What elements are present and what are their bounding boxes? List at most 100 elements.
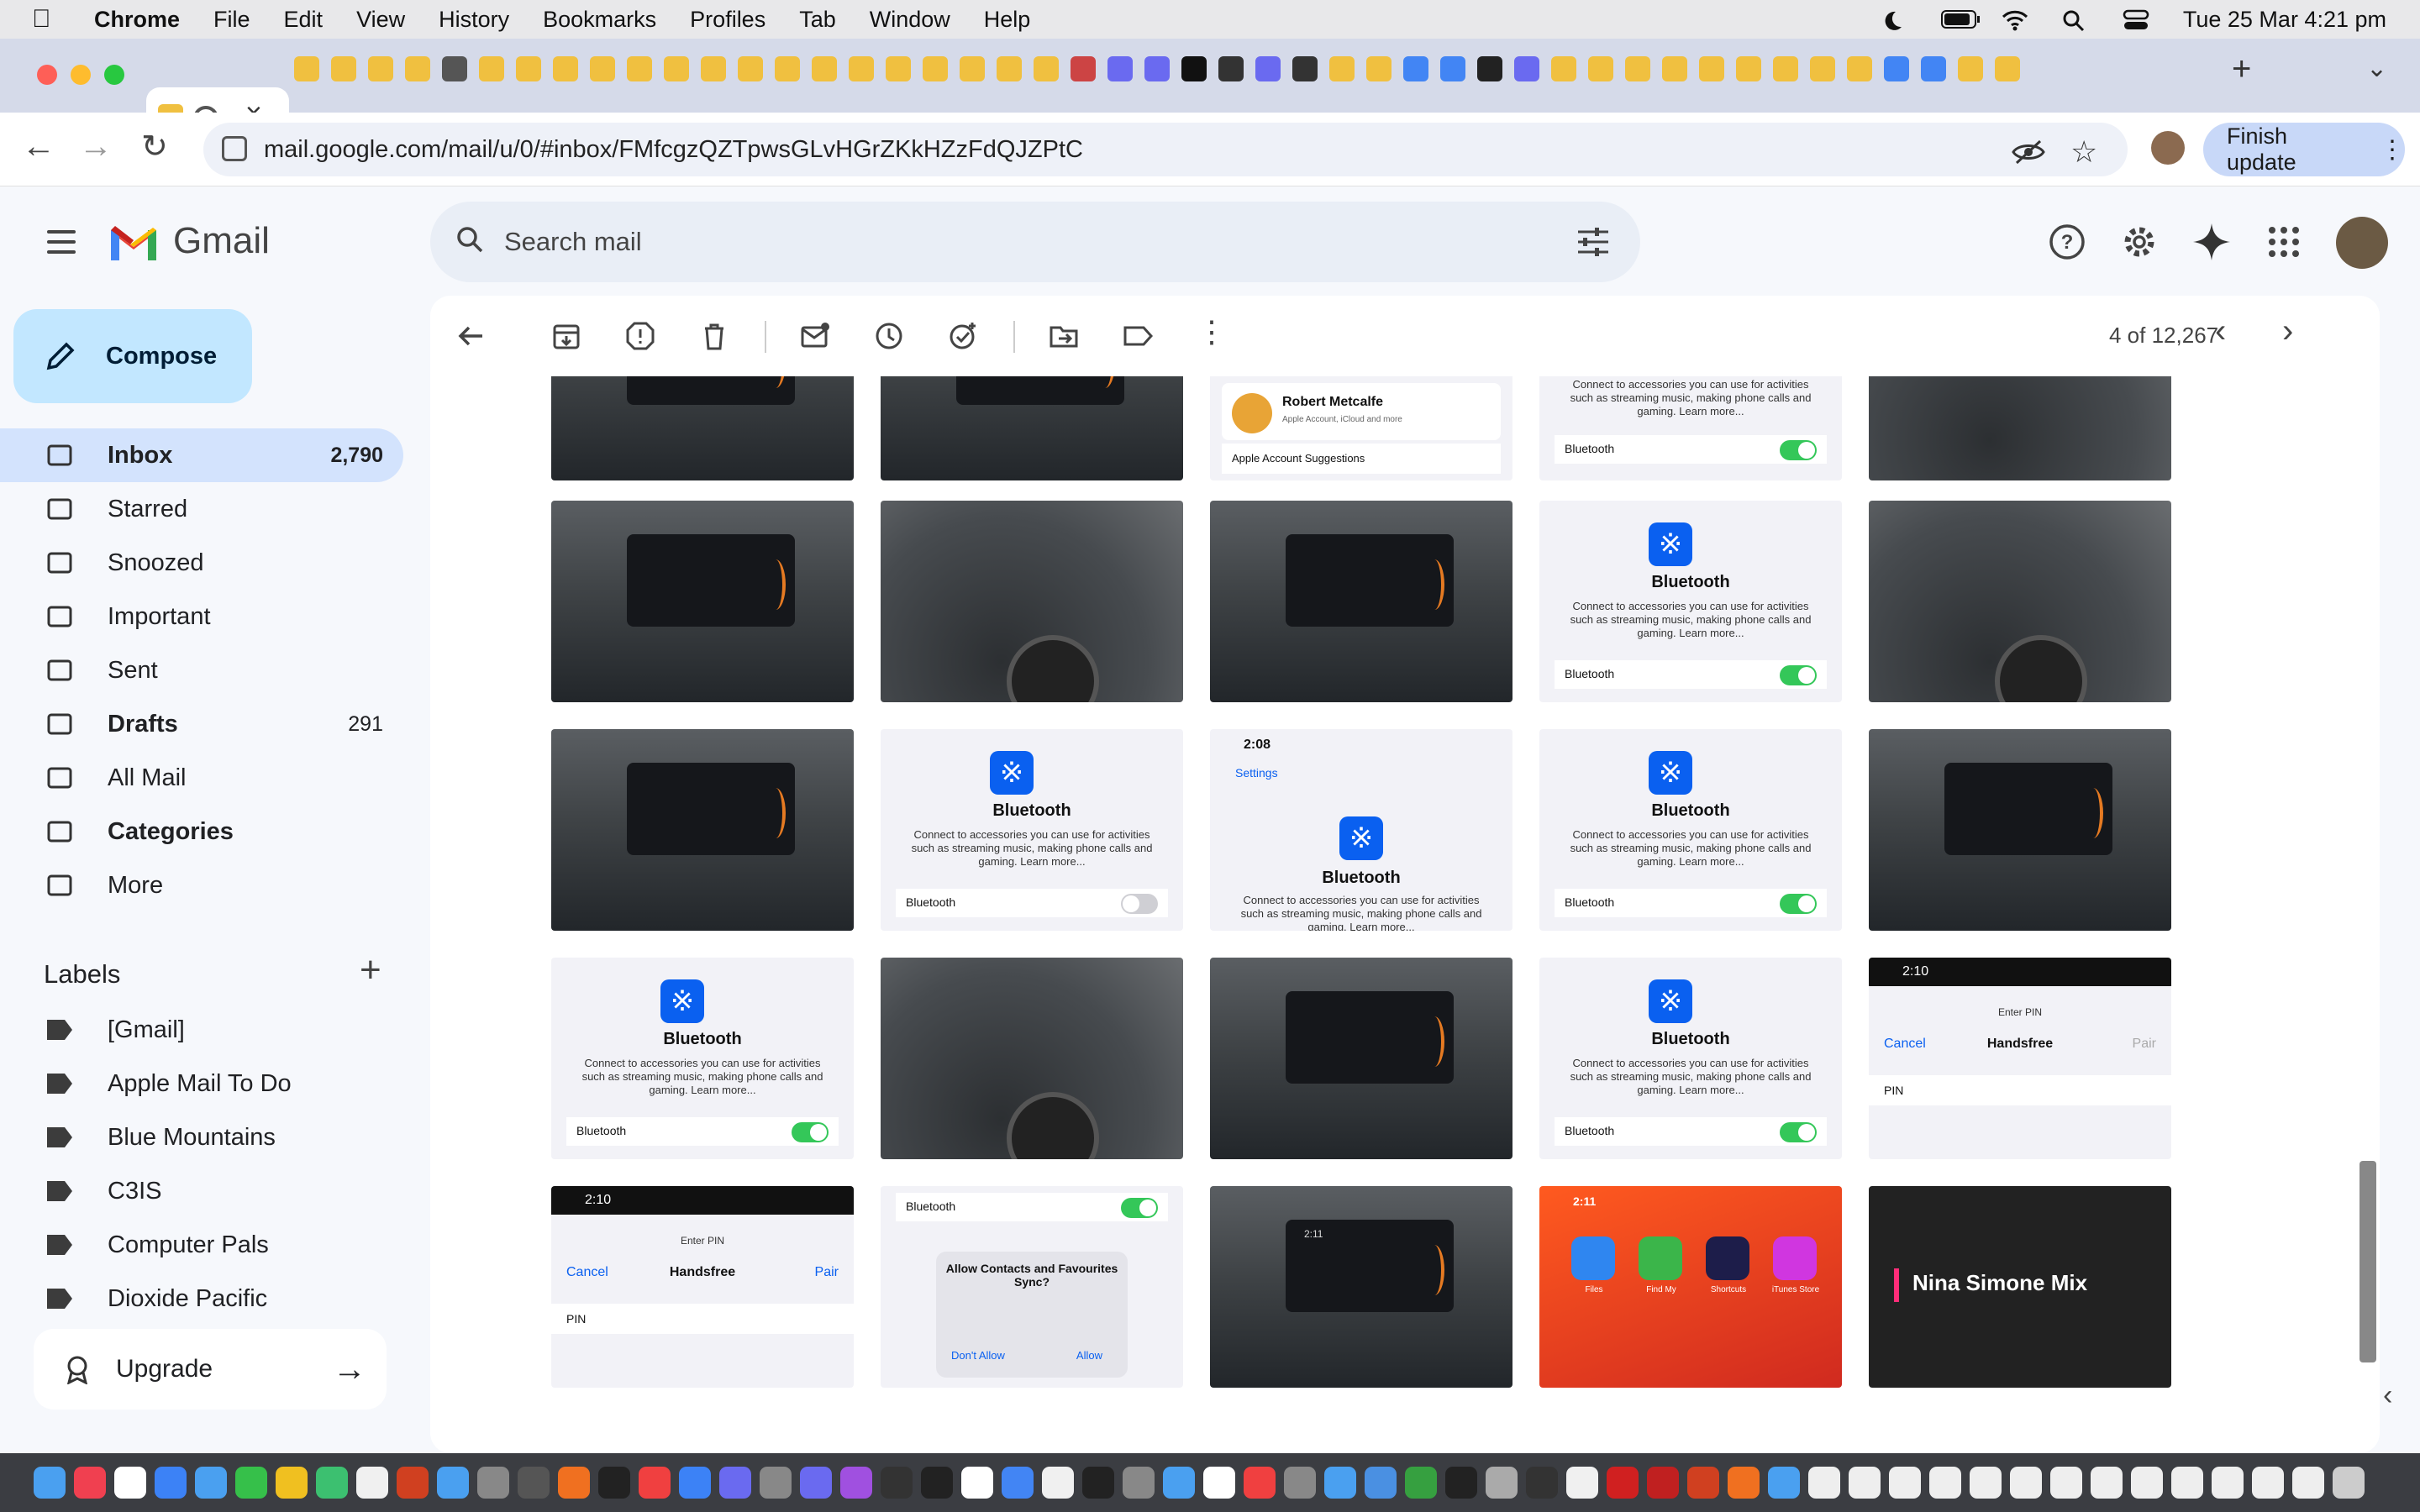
dock-app-icon[interactable] bbox=[1889, 1467, 1921, 1499]
attachment-thumbnail[interactable]: 2:10 Enter PIN Cancel Handsfree Pair PIN bbox=[551, 1186, 854, 1388]
dock-app-icon[interactable] bbox=[1082, 1467, 1114, 1499]
eye-off-icon[interactable] bbox=[2012, 139, 2045, 171]
menu-profiles[interactable]: Profiles bbox=[690, 7, 765, 33]
dock-app-icon[interactable] bbox=[1042, 1467, 1074, 1499]
tab-search-chevron-icon[interactable]: ⌄ bbox=[2366, 54, 2387, 83]
spotlight-search-icon[interactable] bbox=[2062, 9, 2091, 32]
tab-favicon-icon[interactable] bbox=[664, 56, 689, 81]
label-item[interactable]: Blue Mountains bbox=[0, 1110, 403, 1164]
tab-favicon-icon[interactable] bbox=[1625, 56, 1650, 81]
label-item[interactable]: Apple Mail To Do bbox=[0, 1057, 403, 1110]
settings-gear-icon[interactable] bbox=[2119, 222, 2160, 262]
delete-icon[interactable] bbox=[699, 321, 729, 351]
more-actions-icon[interactable]: ⋮ bbox=[1197, 314, 1227, 349]
dock-app-icon[interactable] bbox=[518, 1467, 550, 1499]
tab-favicon-icon[interactable] bbox=[1551, 56, 1576, 81]
dock-app-icon[interactable] bbox=[74, 1467, 106, 1499]
attachment-thumbnail[interactable]: 2:11 Files Find My Shortcuts iTunes Stor… bbox=[1539, 1186, 1842, 1388]
dock-app-icon[interactable] bbox=[1123, 1467, 1155, 1499]
label-as-icon[interactable] bbox=[1123, 321, 1153, 351]
search-options-icon[interactable] bbox=[1576, 227, 1610, 257]
wifi-icon[interactable] bbox=[2002, 9, 2030, 31]
dock-app-icon[interactable] bbox=[356, 1467, 388, 1499]
tab-favicon-icon[interactable] bbox=[1662, 56, 1687, 81]
dock-app-icon[interactable] bbox=[1929, 1467, 1961, 1499]
tab-favicon-icon[interactable] bbox=[1588, 56, 1613, 81]
attachment-thumbnail[interactable] bbox=[1869, 376, 2171, 480]
attachment-thumbnail[interactable]: ※ Bluetooth Connect to accessories you c… bbox=[551, 958, 854, 1159]
profile-avatar[interactable] bbox=[2151, 131, 2185, 165]
move-to-icon[interactable] bbox=[1049, 321, 1079, 351]
tab-favicon-icon[interactable] bbox=[1514, 56, 1539, 81]
menu-tab[interactable]: Tab bbox=[799, 7, 836, 33]
dock-app-icon[interactable] bbox=[437, 1467, 469, 1499]
tab-favicon-icon[interactable] bbox=[960, 56, 985, 81]
battery-icon[interactable] bbox=[1940, 9, 1980, 29]
gemini-sparkle-icon[interactable] bbox=[2191, 222, 2232, 262]
create-label-icon[interactable]: + bbox=[360, 949, 381, 991]
attachment-thumbnail[interactable] bbox=[1210, 958, 1512, 1159]
dock-app-icon[interactable] bbox=[639, 1467, 671, 1499]
main-menu-icon[interactable] bbox=[47, 230, 76, 260]
menu-clock[interactable]: Tue 25 Mar 4:21 pm bbox=[2183, 7, 2386, 33]
tab-favicon-icon[interactable] bbox=[516, 56, 541, 81]
nav-item-inbox[interactable]: Inbox 2,790 bbox=[0, 428, 403, 482]
tab-favicon-icon[interactable] bbox=[1773, 56, 1798, 81]
dock-app-icon[interactable] bbox=[316, 1467, 348, 1499]
dock-app-icon[interactable] bbox=[719, 1467, 751, 1499]
address-bar[interactable]: mail.google.com/mail/u/0/#inbox/FMfcgzQZ… bbox=[203, 123, 2128, 176]
tab-favicon-icon[interactable] bbox=[479, 56, 504, 81]
attachment-thumbnail[interactable]: ※ Bluetooth Connect to accessories you c… bbox=[1539, 501, 1842, 702]
tab-favicon-icon[interactable] bbox=[1071, 56, 1096, 81]
menu-app-name[interactable]: Chrome bbox=[94, 7, 180, 33]
add-to-tasks-icon[interactable] bbox=[948, 321, 978, 351]
attachment-thumbnail[interactable]: ※ Bluetooth Connect to accessories you c… bbox=[1539, 958, 1842, 1159]
apps-grid-icon[interactable] bbox=[2264, 222, 2304, 262]
attachment-thumbnail[interactable]: Bluetooth Connect to accessories you can… bbox=[1539, 376, 1842, 480]
dock-app-icon[interactable] bbox=[921, 1467, 953, 1499]
dock-app-icon[interactable] bbox=[195, 1467, 227, 1499]
archive-icon[interactable] bbox=[551, 321, 581, 351]
dock-app-icon[interactable] bbox=[961, 1467, 993, 1499]
dock-app-icon[interactable] bbox=[2091, 1467, 2123, 1499]
tab-favicon-icon[interactable] bbox=[331, 56, 356, 81]
tab-favicon-icon[interactable] bbox=[1847, 56, 1872, 81]
dock-app-icon[interactable] bbox=[1970, 1467, 2002, 1499]
tab-favicon-icon[interactable] bbox=[849, 56, 874, 81]
attachment-thumbnail[interactable] bbox=[881, 958, 1183, 1159]
window-zoom-button[interactable] bbox=[104, 65, 124, 85]
attachment-thumbnail[interactable] bbox=[551, 376, 854, 480]
dock-app-icon[interactable] bbox=[1405, 1467, 1437, 1499]
attachment-thumbnail[interactable]: ※ Bluetooth Connect to accessories you c… bbox=[1539, 729, 1842, 931]
newer-chevron-icon[interactable]: ‹ bbox=[2215, 312, 2226, 350]
label-item[interactable]: [Gmail] bbox=[0, 1003, 403, 1057]
tab-favicon-icon[interactable] bbox=[1736, 56, 1761, 81]
tab-favicon-icon[interactable] bbox=[1995, 56, 2020, 81]
attachment-thumbnail[interactable] bbox=[881, 501, 1183, 702]
tab-favicon-icon[interactable] bbox=[923, 56, 948, 81]
dock-app-icon[interactable] bbox=[2010, 1467, 2042, 1499]
moon-icon[interactable] bbox=[1881, 9, 1909, 30]
tab-favicon-icon[interactable] bbox=[1699, 56, 1724, 81]
nav-item-all-mail[interactable]: All Mail bbox=[0, 751, 403, 805]
tab-favicon-icon[interactable] bbox=[1403, 56, 1428, 81]
tab-favicon-icon[interactable] bbox=[368, 56, 393, 81]
attachment-thumbnail[interactable] bbox=[1210, 501, 1512, 702]
help-icon[interactable]: ? bbox=[2047, 222, 2087, 262]
dock-app-icon[interactable] bbox=[1808, 1467, 1840, 1499]
dock-app-icon[interactable] bbox=[2171, 1467, 2203, 1499]
attachment-thumbnail[interactable] bbox=[1869, 501, 2171, 702]
tab-favicon-icon[interactable] bbox=[1884, 56, 1909, 81]
dock-app-icon[interactable] bbox=[1566, 1467, 1598, 1499]
attachment-thumbnail[interactable]: 2:10 Enter PIN Cancel Handsfree Pair PIN bbox=[1869, 958, 2171, 1159]
account-avatar[interactable] bbox=[2336, 217, 2388, 269]
dock-app-icon[interactable] bbox=[155, 1467, 187, 1499]
dock-app-icon[interactable] bbox=[1849, 1467, 1881, 1499]
tab-favicon-icon[interactable] bbox=[1144, 56, 1170, 81]
nav-item-sent[interactable]: Sent bbox=[0, 643, 403, 697]
dock-app-icon[interactable] bbox=[477, 1467, 509, 1499]
dock-app-icon[interactable] bbox=[276, 1467, 308, 1499]
dock-app-icon[interactable] bbox=[2131, 1467, 2163, 1499]
tab-favicon-icon[interactable] bbox=[627, 56, 652, 81]
control-center-icon[interactable] bbox=[2123, 9, 2151, 29]
